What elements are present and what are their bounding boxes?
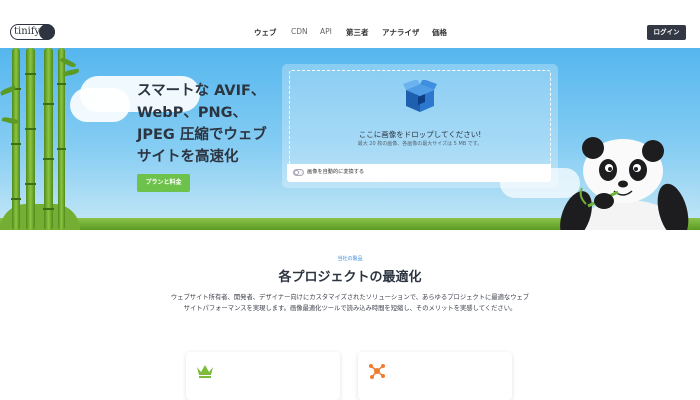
section-description: ウェブサイト所有者、開発者、デザイナー向けにカスタマイズされたソリューションで、… [170, 294, 530, 312]
crown-icon [197, 365, 213, 378]
hero-title-line: スマートな AVIF、 [137, 83, 266, 99]
logo-text: tinify [14, 26, 41, 37]
site-header: tinify ウェブ CDN API 第三者 アナライザ 価格 ログイン [0, 0, 700, 48]
auto-convert-bar: 画像を自動的に変換する [287, 164, 551, 182]
cloud-decoration [70, 88, 130, 122]
nav-cdn[interactable]: CDN [291, 27, 308, 36]
product-card-developer[interactable] [358, 352, 512, 400]
section-tag: 当社の製品 [337, 256, 363, 262]
product-card-web[interactable] [186, 352, 340, 400]
section-title: 各プロジェクトの最適化 [278, 270, 422, 285]
bamboo-leaf [62, 68, 80, 77]
nav-pricing[interactable]: 価格 [432, 27, 447, 38]
share-icon [369, 364, 385, 379]
auto-convert-label: 画像を自動的に変換する [307, 169, 365, 175]
toggle-knob [294, 170, 299, 175]
bamboo-stalk [25, 48, 36, 230]
nav-analyzer[interactable]: アナライザ [382, 27, 419, 38]
bamboo-stalk [11, 48, 21, 230]
drop-zone-title: ここに画像をドロップしてください! [358, 130, 482, 139]
hero-title-line: WebP、PNG、 [137, 105, 247, 121]
nav-third-party[interactable]: 第三者 [346, 27, 369, 38]
hero-section: スマートな AVIF、 WebP、PNG、 JPEG 圧縮でウェブ サイトを高速… [0, 48, 700, 230]
hero-title-line: サイトを高速化 [137, 149, 239, 165]
bamboo-stalk [43, 48, 54, 230]
panda-mascot-icon [560, 137, 689, 230]
nav-web[interactable]: ウェブ [254, 27, 277, 38]
drop-zone-subtitle: 最大 20 枚の画像、各画像の最大サイズは 5 MB です。 [357, 141, 483, 147]
login-button[interactable]: ログイン [647, 25, 686, 40]
plans-pricing-button[interactable]: プランと料金 [137, 174, 190, 192]
hero-title-line: JPEG 圧縮でウェブ [137, 127, 267, 143]
hero-title: スマートな AVIF、 WebP、PNG、 JPEG 圧縮でウェブ サイトを高速… [137, 80, 287, 168]
auto-convert-toggle[interactable] [293, 169, 304, 176]
box-icon [403, 80, 437, 112]
logo-dot-icon [39, 24, 55, 40]
nav-api[interactable]: API [320, 27, 332, 36]
tinify-logo[interactable]: tinify [10, 24, 55, 40]
